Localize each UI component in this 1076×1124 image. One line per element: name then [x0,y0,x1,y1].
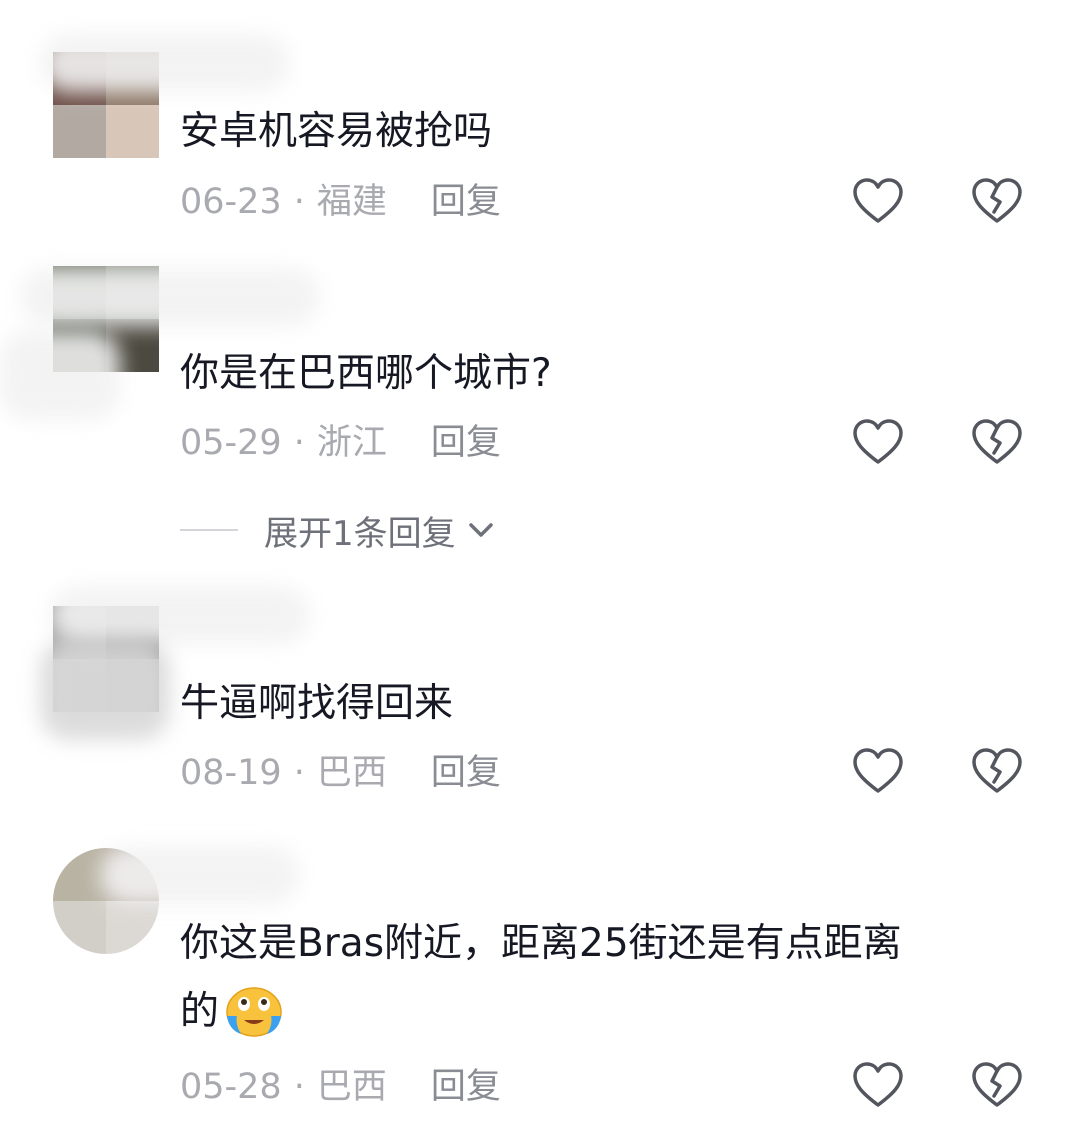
comment-meta: 08-19 · 巴西 回复 [180,750,501,796]
comment-location: 福建 [316,182,387,222]
heart-outline-icon[interactable] [852,177,904,225]
comment-location: 巴西 [316,1067,387,1107]
comment-date: 06-23 [180,182,282,222]
comment-meta: 06-23 · 福建 回复 [180,179,501,225]
meta-separator: · [293,1067,305,1107]
crying-laughing-face-emoji [226,986,282,1037]
comment-text-line-1: 你这是Bras附近，距离25街还是有点距离 [180,921,902,966]
meta-separator: · [293,182,305,222]
meta-separator: · [293,423,305,463]
username-blurred [0,330,120,420]
reply-button[interactable]: 回复 [431,423,501,463]
broken-heart-icon[interactable] [971,747,1023,795]
expand-replies-button[interactable]: 展开1条回复 [180,506,496,554]
reply-button[interactable]: 回复 [431,182,501,222]
divider-line [180,529,238,531]
reply-button[interactable]: 回复 [431,1067,501,1107]
comment-meta: 05-29 · 浙江 回复 [180,420,501,466]
username-blurred[interactable] [20,268,320,326]
comment-meta: 05-28 · 巴西 回复 [180,1064,501,1110]
reply-button[interactable]: 回复 [431,753,501,793]
broken-heart-icon[interactable] [971,177,1023,225]
chevron-down-icon [468,523,493,537]
comment-date: 08-19 [180,753,282,793]
heart-outline-icon[interactable] [852,1061,904,1109]
comment-text: 牛逼啊找得回来 [180,681,454,726]
heart-outline-icon[interactable] [852,418,904,466]
comment-text: 安卓机容易被抢吗 [180,109,493,154]
username-blurred[interactable] [50,586,310,644]
broken-heart-icon[interactable] [971,1061,1023,1109]
comment-text-line-2-text: 的 [180,989,220,1034]
username-blurred[interactable] [40,34,290,92]
meta-separator: · [293,753,305,793]
comment-text-line-2: 的 [180,980,285,1044]
comment-date: 05-29 [180,423,282,463]
comment-location: 浙江 [316,423,387,463]
broken-heart-icon[interactable] [971,418,1023,466]
expand-replies-label: 展开1条回复 [264,513,456,554]
comment-text: 你是在巴西哪个城市? [180,351,552,396]
username-blurred [40,640,170,740]
comment-location: 巴西 [316,753,387,793]
username-blurred[interactable] [100,846,300,904]
comment-date: 05-28 [180,1067,282,1107]
heart-outline-icon[interactable] [852,747,904,795]
